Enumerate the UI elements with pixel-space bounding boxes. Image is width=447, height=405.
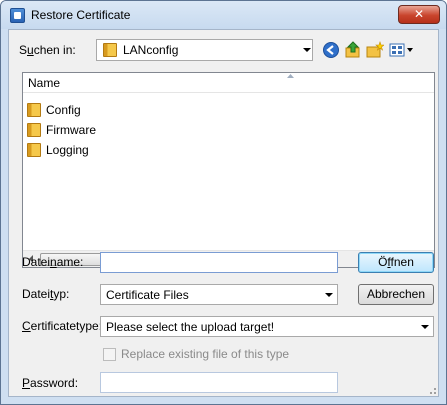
close-button[interactable]: ✕	[398, 5, 440, 24]
replace-checkbox[interactable]	[103, 348, 116, 361]
list-item-label: Config	[46, 103, 81, 117]
folder-icon	[103, 43, 117, 57]
title-bar[interactable]: Restore Certificate ✕	[1, 1, 446, 29]
lookin-value: LANconfig	[123, 43, 179, 57]
sort-ascending-icon	[287, 74, 294, 78]
view-menu-icon[interactable]	[389, 41, 415, 59]
list-item-label: Firmware	[46, 123, 96, 137]
chevron-down-icon	[303, 48, 311, 52]
filename-label: Dateiname:	[22, 255, 84, 269]
close-icon: ✕	[413, 7, 425, 21]
open-button[interactable]: Öffnen	[358, 252, 434, 273]
window-title: Restore Certificate	[31, 8, 131, 22]
column-header-name[interactable]: Name	[23, 73, 434, 93]
cancel-button[interactable]: Abbrechen	[358, 284, 434, 305]
dialog-window: Restore Certificate ✕ Suchen in: LANconf…	[0, 0, 447, 405]
dialog-client-area: Suchen in: LANconfig Name Config Firmwar…	[8, 29, 439, 397]
new-folder-icon[interactable]	[366, 41, 384, 59]
lookin-label: Suchen in:	[19, 43, 76, 57]
up-folder-icon[interactable]	[344, 41, 362, 59]
file-list[interactable]: Name Config Firmware Logging	[22, 72, 435, 268]
password-label: Password:	[22, 376, 79, 390]
list-item-label: Logging	[46, 143, 89, 157]
lookin-combobox[interactable]: LANconfig	[96, 39, 313, 61]
folder-icon	[27, 143, 41, 157]
chevron-down-icon	[421, 325, 429, 329]
replace-label: Replace existing file of this type	[121, 347, 290, 361]
password-field[interactable]	[100, 372, 338, 393]
back-icon[interactable]	[322, 41, 340, 59]
folder-icon	[27, 103, 41, 117]
resize-grip-icon[interactable]	[427, 385, 437, 395]
folder-icon	[27, 123, 41, 137]
chevron-down-icon	[325, 293, 333, 297]
filetype-value: Certificate Files	[106, 288, 189, 302]
filename-input[interactable]	[100, 252, 338, 273]
app-icon	[10, 8, 25, 23]
column-name-label: Name	[28, 76, 61, 90]
filetype-select[interactable]: Certificate Files	[100, 284, 338, 305]
certtype-label: Certificatetype:	[22, 319, 103, 333]
filetype-label: Dateityp:	[22, 287, 70, 301]
certtype-value: Please select the upload target!	[106, 320, 275, 334]
certtype-select[interactable]: Please select the upload target!	[100, 316, 434, 337]
